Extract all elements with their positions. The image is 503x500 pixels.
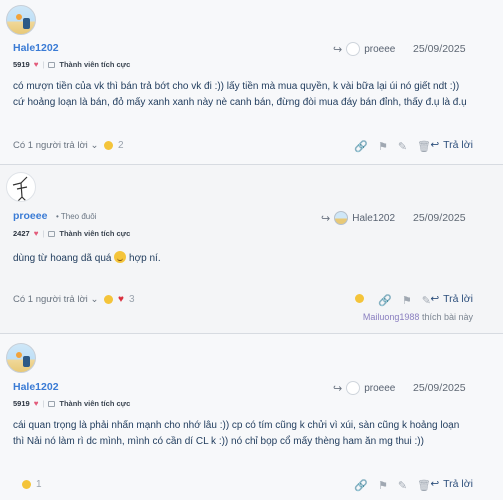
content-line: có mượn tiền của vk thì bán trả bớt cho … [13, 81, 460, 92]
reply-to[interactable]: ↪ Hale1202 [321, 211, 395, 225]
post-2: proeee • Theo đuôi 2427 ♥ | Thành viên t… [0, 165, 503, 333]
post-footer: Có 1 người trả lời ⌄ ♥ 3 🔗 ⚑ ✎ ↩ Trả lời [0, 291, 503, 313]
heart-icon: ♥ [33, 229, 39, 238]
user-avatar[interactable] [6, 5, 36, 35]
reply-icon: ↩ [430, 293, 440, 305]
rank-icon [48, 400, 56, 407]
user-meta: 5919 ♥ | Thành viên tích cực [13, 399, 131, 408]
heart-icon: ♥ [33, 60, 39, 69]
grin-emoji-icon [355, 294, 364, 303]
content-line: thì Nải nó làm rì dc mình, mình có cần d… [13, 436, 424, 447]
reply-to-avatar [346, 381, 361, 395]
user-rank: Thành viên tích cực [59, 229, 131, 238]
content-line: cứ hoảng loạn là bán, đỏ mấy xanh xanh n… [13, 97, 467, 108]
reaction-count: 2 [118, 140, 124, 151]
flag-icon[interactable]: ⚑ [378, 140, 388, 153]
trash-icon[interactable]: 🗑 [417, 479, 431, 492]
content-text: hợp ní. [129, 253, 161, 264]
post-actions: 🔗 ⚑ ✎ 🗑 [354, 140, 431, 153]
follow-button[interactable]: • Theo đuôi [56, 212, 96, 221]
reply-to[interactable]: ↪ proeee [333, 42, 395, 56]
reply-icon: ↩ [430, 478, 440, 490]
reactions[interactable]: 1 [22, 479, 42, 490]
reactions[interactable]: 2 [104, 140, 124, 151]
grin-emoji-icon [104, 295, 113, 304]
reply-arrow-icon: ↪ [333, 382, 343, 395]
post-username[interactable]: Hale1202 [13, 381, 59, 393]
trash-icon[interactable]: 🗑 [417, 140, 431, 153]
post-date: 25/09/2025 [413, 382, 466, 394]
reply-to-username: proeee [364, 43, 396, 55]
flag-icon[interactable]: ⚑ [402, 294, 412, 307]
post-date: 25/09/2025 [413, 212, 466, 224]
grin-emoji-icon [22, 480, 31, 489]
user-rank: Thành viên tích cực [59, 399, 131, 408]
chevron-down-icon: ⌄ [90, 294, 99, 305]
replies-toggle[interactable]: Có 1 người trả lời ⌄ [13, 294, 98, 305]
reply-button[interactable]: ↩ Trả lời [430, 293, 473, 305]
heart-icon: ♥ [118, 294, 124, 305]
user-meta: 2427 ♥ | Thành viên tích cực [13, 229, 131, 238]
content-line: cái quan trọng là phải nhấn mạnh cho nhớ… [13, 420, 460, 431]
reply-to-avatar [346, 42, 361, 56]
reaction-count: 1 [36, 479, 42, 490]
post-username[interactable]: proeee [13, 210, 47, 222]
flag-icon[interactable]: ⚑ [378, 479, 388, 492]
grin-emoji-icon [114, 251, 127, 263]
user-meta: 5919 ♥ | Thành viên tích cực [13, 60, 131, 69]
post-content: có mượn tiền của vk thì bán trả bớt cho … [13, 79, 493, 111]
reply-to-avatar [334, 211, 349, 225]
edit-icon[interactable]: ✎ [398, 479, 407, 492]
user-rank: Thành viên tích cực [59, 60, 131, 69]
grin-emoji-icon [104, 141, 113, 150]
post-1: Hale1202 5919 ♥ | Thành viên tích cực ↪ … [0, 0, 503, 164]
dot-icon: • [56, 212, 59, 221]
user-avatar[interactable] [6, 343, 36, 373]
post-date: 25/09/2025 [413, 43, 466, 55]
user-score: 2427 [13, 229, 30, 238]
rank-icon [48, 61, 56, 68]
link-icon[interactable]: 🔗 [378, 294, 392, 307]
reply-to[interactable]: ↪ proeee [333, 381, 395, 395]
rank-icon [48, 230, 56, 237]
user-score: 5919 [13, 60, 30, 69]
liked-by-user[interactable]: Mailuong1988 [363, 312, 420, 322]
link-icon[interactable]: 🔗 [354, 140, 368, 153]
reaction-count: 3 [128, 294, 135, 305]
link-icon[interactable]: 🔗 [354, 479, 368, 492]
reply-arrow-icon: ↪ [333, 43, 343, 56]
like-note: Mailuong1988 thích bài này [362, 312, 473, 322]
post-actions: 🔗 ⚑ ✎ [378, 294, 431, 307]
post-footer: Có 1 người trả lời ⌄ 2 🔗 ⚑ ✎ 🗑 ↩ Trả lời [0, 137, 503, 159]
reply-to-username: proeee [364, 382, 396, 394]
user-avatar[interactable] [6, 172, 36, 202]
reply-button[interactable]: ↩ Trả lời [430, 478, 473, 490]
user-score: 5919 [13, 399, 30, 408]
post-footer: 1 🔗 ⚑ ✎ 🗑 ↩ Trả lời [0, 476, 503, 498]
reply-button[interactable]: ↩ Trả lời [430, 139, 473, 151]
add-reaction-button[interactable] [355, 294, 364, 303]
post-content: dùng từ hoang dã quá hợp ní. [13, 251, 493, 267]
content-text: dùng từ hoang dã quá [13, 253, 112, 264]
post-content: cái quan trọng là phải nhấn mạnh cho nhớ… [13, 418, 493, 450]
post-3: Hale1202 5919 ♥ | Thành viên tích cực ↪ … [0, 334, 503, 500]
reply-arrow-icon: ↪ [321, 212, 331, 225]
heart-icon: ♥ [33, 399, 39, 408]
post-username[interactable]: Hale1202 [13, 42, 59, 54]
chevron-down-icon: ⌄ [90, 140, 99, 151]
reply-icon: ↩ [430, 139, 440, 151]
post-actions: 🔗 ⚑ ✎ 🗑 [354, 479, 431, 492]
reactions[interactable]: ♥ 3 [104, 294, 135, 305]
reply-to-username: Hale1202 [352, 212, 396, 224]
edit-icon[interactable]: ✎ [398, 140, 407, 153]
replies-toggle[interactable]: Có 1 người trả lời ⌄ [13, 140, 98, 151]
